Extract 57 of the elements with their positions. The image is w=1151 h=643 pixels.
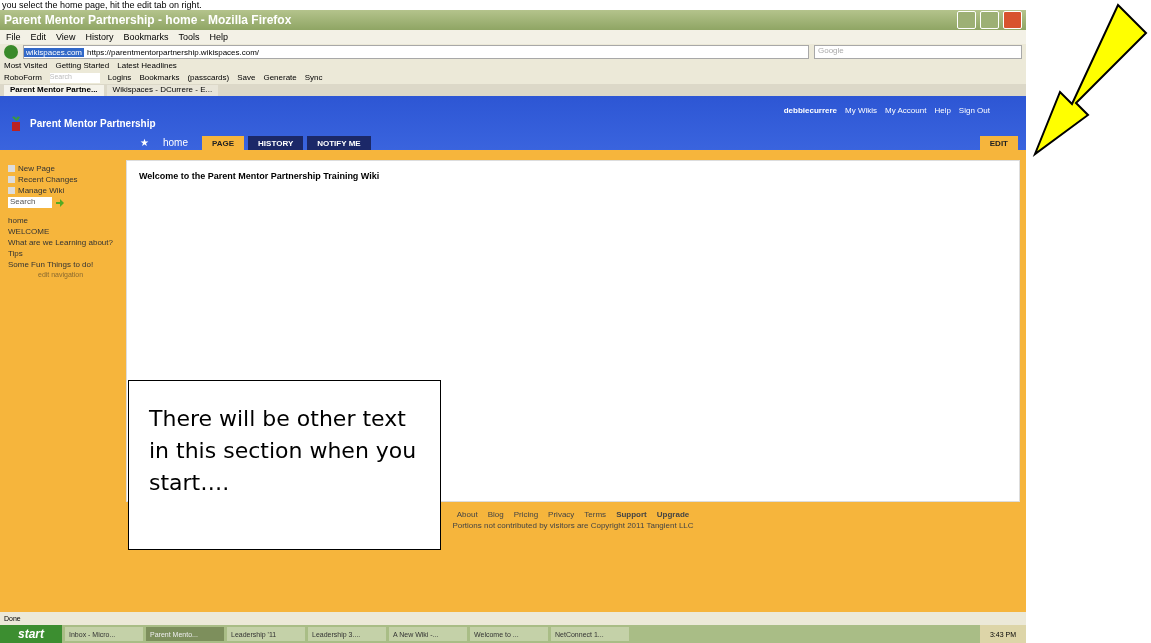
sidebar-nav-link[interactable]: WELCOME: [8, 227, 126, 236]
sidebar-nav-link[interactable]: home: [8, 216, 126, 225]
plant-pot-icon: [10, 115, 22, 131]
toolbar-item[interactable]: Logins: [107, 73, 132, 82]
toolbar-item[interactable]: Generate: [263, 73, 297, 82]
copyright-text: Portions not contributed by visitors are Copyright 2011 Tangient LLC: [452, 521, 694, 530]
bookmark-item[interactable]: Most Visited: [4, 61, 48, 70]
toolbar-item[interactable]: Sync: [304, 73, 323, 82]
page-name: home: [163, 136, 188, 148]
menu-item[interactable]: Help: [209, 32, 228, 42]
edit-tab[interactable]: EDIT: [979, 136, 1018, 150]
start-button[interactable]: start: [0, 625, 62, 643]
toolbar-item[interactable]: (passcards): [187, 73, 230, 82]
roboform-button[interactable]: RoboForm: [4, 73, 42, 82]
menu-item[interactable]: File: [6, 32, 21, 42]
user-link[interactable]: Help: [934, 106, 951, 115]
footer-link[interactable]: Support: [616, 510, 647, 519]
menu-item[interactable]: History: [85, 32, 114, 42]
sidebar-nav-link[interactable]: Tips: [8, 249, 126, 258]
window-title: Parent Mentor Partnership - home - Mozilla Firefox: [4, 13, 293, 27]
page-tab[interactable]: HISTORY: [248, 136, 304, 150]
browser-tab[interactable]: Wikispaces - DCurrere - E...: [106, 85, 219, 96]
bookmark-item[interactable]: Latest Headlines: [117, 61, 177, 70]
star-icon[interactable]: ★: [140, 136, 149, 148]
bookmark-item[interactable]: Getting Started: [55, 61, 110, 70]
footer-link[interactable]: Blog: [487, 510, 504, 519]
site-title[interactable]: Parent Mentor Partnership: [30, 118, 776, 129]
sidebar-nav-link[interactable]: What are we Learning about?: [8, 238, 126, 247]
username-link[interactable]: debbiecurrere: [783, 106, 838, 115]
toolbar-item[interactable]: Save: [237, 73, 256, 82]
user-link[interactable]: My Account: [885, 106, 927, 115]
sidebar-nav-link[interactable]: Some Fun Things to do!: [8, 260, 126, 269]
sidebar-action[interactable]: Recent Changes: [18, 175, 78, 184]
footer-link[interactable]: Upgrade: [656, 510, 690, 519]
caption-text: you select the home page, hit the edit tab on right.: [1, 0, 203, 10]
user-link[interactable]: Sign Out: [958, 106, 990, 115]
page-heading: Welcome to the Parent Mentor Partnership Training Wiki: [139, 171, 381, 181]
footer-link[interactable]: Privacy: [548, 510, 575, 519]
page-tab[interactable]: PAGE: [202, 136, 245, 150]
menu-item[interactable]: View: [56, 32, 76, 42]
sidebar-action[interactable]: New Page: [18, 164, 55, 173]
sidebar-search-field[interactable]: Search: [8, 197, 52, 208]
browser-tab[interactable]: Parent Mentor Partne...: [4, 85, 104, 96]
address-bar[interactable]: wikispaces.com https://parentmentorpartnership.wikispaces.com/: [23, 45, 809, 59]
menu-item[interactable]: Tools: [178, 32, 200, 42]
footer-link[interactable]: Pricing: [513, 510, 539, 519]
footer-link[interactable]: Terms: [584, 510, 607, 519]
toolbar-item[interactable]: Bookmarks: [139, 73, 180, 82]
close-icon[interactable]: [1003, 11, 1022, 29]
callout-box: There will be other text in this section when you start….: [128, 380, 441, 550]
sidebar-action[interactable]: Manage Wiki: [18, 186, 65, 195]
go-arrow-icon[interactable]: [56, 198, 64, 207]
page-tab[interactable]: NOTIFY ME: [307, 136, 371, 150]
footer-link[interactable]: About: [456, 510, 478, 519]
menu-item[interactable]: Bookmarks: [123, 32, 169, 42]
user-link[interactable]: My Wikis: [845, 106, 878, 115]
menu-item[interactable]: Edit: [30, 32, 47, 42]
